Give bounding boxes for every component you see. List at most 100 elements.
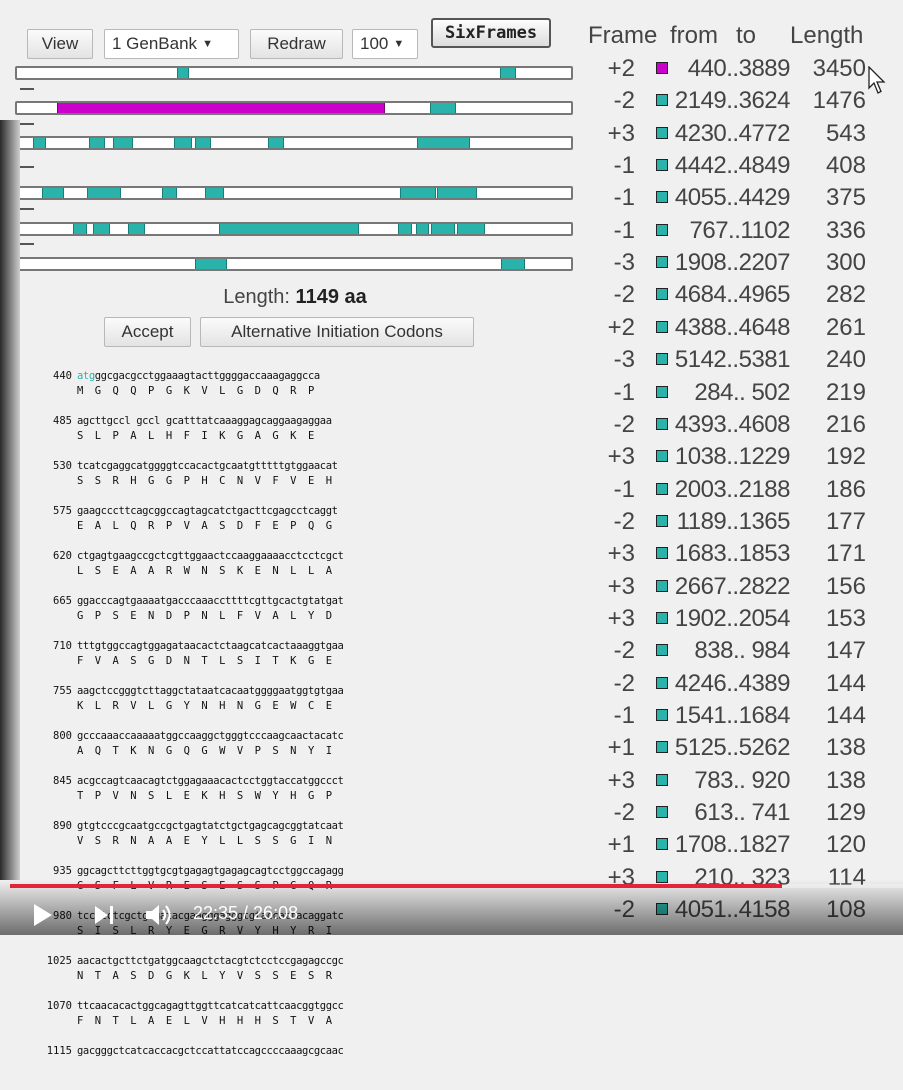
orf-range: 4684..4965 xyxy=(674,281,791,309)
orf-frame: -1 xyxy=(613,216,635,244)
orf-row[interactable]: -2 613.. 741 129 xyxy=(590,799,880,831)
orf-row[interactable]: -1 4442..4849 408 xyxy=(590,152,880,184)
orf-row[interactable]: -3 1908..2207 300 xyxy=(590,249,880,281)
orf-bar[interactable] xyxy=(431,224,455,234)
orf-bar[interactable] xyxy=(195,138,211,148)
frame-track[interactable] xyxy=(15,66,573,80)
orf-range: 4442..4849 xyxy=(674,152,791,180)
orf-frame: -1 xyxy=(613,475,635,503)
orf-frame: +3 xyxy=(607,572,635,600)
orf-row[interactable]: -2 4246..4389 144 xyxy=(590,670,880,702)
orf-row[interactable]: +3 1902..2054 153 xyxy=(590,605,880,637)
orf-bar[interactable] xyxy=(430,103,456,113)
frame-track[interactable] xyxy=(15,136,573,150)
orf-bar[interactable] xyxy=(113,138,133,148)
orf-row[interactable]: +3 4230..4772 543 xyxy=(590,120,880,152)
orf-length: 186 xyxy=(825,475,866,503)
orf-length: 3450 xyxy=(812,55,866,82)
orf-row[interactable]: +3 1038..1229 192 xyxy=(590,443,880,475)
sequence-position: 1025 xyxy=(46,955,72,967)
orf-row[interactable]: -1 1541..1684 144 xyxy=(590,702,880,734)
frame-marker xyxy=(20,123,34,125)
orf-bar[interactable] xyxy=(205,188,224,198)
orf-frame: -1 xyxy=(613,184,635,212)
frame-track[interactable] xyxy=(15,257,573,271)
frame-marker xyxy=(20,166,34,168)
sequence-position: 800 xyxy=(53,730,72,742)
next-icon[interactable] xyxy=(94,904,116,926)
redraw-button[interactable]: Redraw xyxy=(250,29,343,59)
sequence-position: 620 xyxy=(53,550,72,562)
orf-length: 171 xyxy=(825,540,866,568)
volume-icon[interactable] xyxy=(144,902,174,928)
orf-range: 2003..2188 xyxy=(674,475,791,503)
orf-bar[interactable] xyxy=(128,224,145,234)
orf-row[interactable]: +2 4388..4648 261 xyxy=(590,314,880,346)
orf-bar[interactable] xyxy=(177,68,189,78)
frame-marker xyxy=(20,88,34,90)
orf-bar[interactable] xyxy=(500,68,516,78)
genetic-code-select[interactable]: 1 GenBank ▼ xyxy=(104,29,239,59)
alternative-initiation-codons-button[interactable]: Alternative Initiation Codons xyxy=(200,317,474,347)
orf-row[interactable]: +3 2667..2822 156 xyxy=(590,573,880,605)
orf-bar[interactable] xyxy=(398,224,412,234)
orf-row[interactable]: -3 5142..5381 240 xyxy=(590,346,880,378)
frame-track[interactable] xyxy=(15,222,573,236)
orf-range: 4055..4429 xyxy=(674,184,791,212)
amino-acid-line: M G Q Q P G K V L G D Q R P xyxy=(77,385,314,397)
orf-bar[interactable] xyxy=(162,188,177,198)
orf-bar[interactable] xyxy=(417,138,470,148)
play-icon[interactable] xyxy=(32,902,54,928)
orf-row[interactable]: -2 4684..4965 282 xyxy=(590,281,880,313)
orf-range: 1541..1684 xyxy=(674,702,791,729)
orf-length: 408 xyxy=(825,152,866,180)
selected-orf-bar[interactable] xyxy=(57,103,385,113)
orf-bar[interactable] xyxy=(437,188,477,198)
orf-bar[interactable] xyxy=(416,224,429,234)
orf-row[interactable]: -2 4393..4608 216 xyxy=(590,411,880,443)
amino-acid-line: G P S E N D P N L F V A L Y D xyxy=(77,610,332,622)
frame-track[interactable] xyxy=(15,101,573,115)
orf-row[interactable]: -1 4055..4429 375 xyxy=(590,184,880,216)
orf-bar[interactable] xyxy=(457,224,485,234)
orf-bar[interactable] xyxy=(268,138,284,148)
orf-range: 783.. 920 xyxy=(694,766,790,794)
orf-row[interactable]: +1 5125..5262 138 xyxy=(590,734,880,766)
orf-row[interactable]: -1 2003..2188 186 xyxy=(590,476,880,508)
sequence-block: 1025 aacactgcttctgatggcaagctctacgtctcctcc… xyxy=(40,955,440,1000)
orf-frame: +1 xyxy=(607,831,635,859)
orf-range: 1038..1229 xyxy=(674,443,791,471)
orf-row[interactable]: -2 838.. 984 147 xyxy=(590,637,880,669)
orf-row[interactable]: -2 1189..1365 177 xyxy=(590,508,880,540)
orf-bar[interactable] xyxy=(93,224,110,234)
view-button[interactable]: View xyxy=(27,29,93,59)
amino-acid-line: K L R V L G Y N H N G E W C E xyxy=(77,700,332,712)
orf-row[interactable]: +2 440..3889 3450 xyxy=(590,55,880,87)
accept-button[interactable]: Accept xyxy=(104,317,191,347)
orf-bar[interactable] xyxy=(33,138,46,148)
nucleotides: ggcgacgcctggaaagtacttggggaccaaagaggcca xyxy=(94,370,320,382)
orf-bar[interactable] xyxy=(89,138,105,148)
orf-bar[interactable] xyxy=(42,188,64,198)
orf-bar[interactable] xyxy=(73,224,87,234)
orf-row[interactable]: -1 284.. 502 219 xyxy=(590,379,880,411)
min-length-select[interactable]: 100 ▼ xyxy=(352,29,418,59)
orf-frame: +3 xyxy=(607,540,635,568)
orf-bar[interactable] xyxy=(195,259,227,269)
orf-row[interactable]: +3 783.. 920 138 xyxy=(590,767,880,799)
nucleotides: ggcagcttcttggtgcgtgagagtgagagcagtcctggcc… xyxy=(77,865,344,877)
orf-bar[interactable] xyxy=(87,188,121,198)
frame-marker xyxy=(20,208,34,210)
sequence-block: 800 gcccaaaccaaaaatggccaaggctgggtcccaagca… xyxy=(40,730,440,775)
orf-bar[interactable] xyxy=(174,138,192,148)
orf-bar[interactable] xyxy=(501,259,525,269)
nucleotides: acgccagtcaacagtctggagaaacactcctggtaccatg… xyxy=(77,775,344,787)
frame-track[interactable] xyxy=(15,186,573,200)
sixframes-button[interactable]: SixFrames xyxy=(431,18,551,48)
orf-row[interactable]: -2 2149..3624 1476 xyxy=(590,87,880,119)
orf-row[interactable]: -1 767..1102 336 xyxy=(590,217,880,249)
orf-row[interactable]: +1 1708..1827 120 xyxy=(590,831,880,863)
orf-row[interactable]: +3 1683..1853 171 xyxy=(590,540,880,572)
orf-bar[interactable] xyxy=(219,224,359,234)
orf-bar[interactable] xyxy=(400,188,436,198)
